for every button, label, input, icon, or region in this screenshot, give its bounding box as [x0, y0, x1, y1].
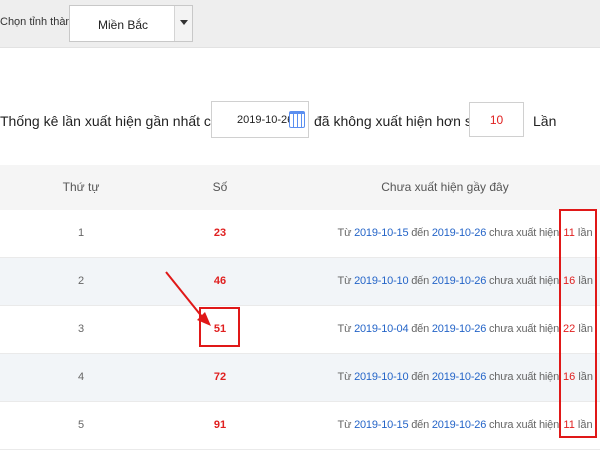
table-row: 3 51 Từ 2019-10-04 đến 2019-10-26 chưa xuấ…	[0, 306, 600, 354]
from-word: Từ	[337, 275, 352, 287]
not-appeared-text: chưa xuất hiện	[489, 419, 559, 431]
row-rank: 3	[77, 323, 85, 335]
from-date: 2019-10-15	[354, 227, 409, 239]
table-row: 4 72 Từ 2019-10-10 đến 2019-10-26 chưa xuấ…	[0, 354, 600, 402]
header-number: Số	[212, 180, 228, 194]
province-label: Chọn tỉnh thành	[0, 16, 78, 28]
row-rank: 4	[77, 371, 85, 383]
calendar-icon[interactable]	[289, 111, 305, 128]
to-word: đến	[411, 275, 429, 287]
not-appeared-text: chưa xuất hiện	[489, 227, 559, 239]
from-date: 2019-10-15	[354, 419, 409, 431]
row-number: 46	[213, 275, 227, 287]
row-number: 91	[213, 419, 227, 431]
not-appeared-text: chưa xuất hiện	[489, 323, 559, 335]
row-description: Từ 2019-10-15 đến 2019-10-26 chưa xuất h…	[300, 227, 560, 239]
province-selected-value: Miền Bắc	[97, 18, 149, 32]
row-number: 23	[213, 227, 227, 239]
table-row: 1 23 Từ 2019-10-15 đến 2019-10-26 chưa xuấ…	[0, 210, 600, 258]
from-word: Từ	[337, 419, 352, 431]
header-rank: Thứ tự	[62, 180, 100, 194]
date-value: 2019-10-26	[237, 114, 294, 126]
row-description: Từ 2019-10-04 đến 2019-10-26 chưa xuất h…	[300, 323, 560, 335]
from-date: 2019-10-10	[354, 371, 409, 383]
to-date: 2019-10-26	[431, 371, 487, 383]
to-word: đến	[411, 227, 429, 239]
row-description: Từ 2019-10-15 đến 2019-10-26 chưa xuất h…	[300, 419, 560, 431]
row-number: 72	[213, 371, 227, 383]
to-word: đến	[411, 371, 429, 383]
times-value: 10	[489, 113, 504, 127]
to-word: đến	[411, 419, 429, 431]
to-date: 2019-10-26	[431, 275, 487, 287]
table-row: 2 46 Từ 2019-10-10 đến 2019-10-26 chưa xuấ…	[0, 258, 600, 306]
to-word: đến	[411, 323, 429, 335]
header-desc: Chưa xuất hiện gầy đây	[381, 180, 509, 194]
table-header: Thứ tự Số Chưa xuất hiện gầy đây	[0, 165, 600, 210]
province-bar: Chọn tỉnh thành Miền Bắc	[0, 0, 600, 48]
row-description: Từ 2019-10-10 đến 2019-10-26 chưa xuất h…	[300, 275, 560, 287]
table-body: 1 23 Từ 2019-10-15 đến 2019-10-26 chưa xuấ…	[0, 210, 600, 450]
row-rank: 1	[77, 227, 85, 239]
from-word: Từ	[337, 323, 352, 335]
table-row: 5 91 Từ 2019-10-15 đến 2019-10-26 chưa xuấ…	[0, 402, 600, 450]
stats-table: Thứ tự Số Chưa xuất hiện gầy đây 1 23 Từ 2…	[0, 165, 600, 450]
to-date: 2019-10-26	[431, 323, 487, 335]
row-rank: 5	[77, 419, 85, 431]
to-date: 2019-10-26	[431, 419, 487, 431]
from-date: 2019-10-04	[354, 323, 409, 335]
row-description: Từ 2019-10-10 đến 2019-10-26 chưa xuất h…	[300, 371, 560, 383]
to-date: 2019-10-26	[431, 227, 487, 239]
chevron-down-icon[interactable]	[174, 6, 192, 41]
date-input[interactable]: 2019-10-26	[211, 101, 309, 138]
from-word: Từ	[337, 371, 352, 383]
province-select[interactable]: Miền Bắc	[69, 5, 193, 42]
filter-label-suffix: Lần	[533, 113, 557, 129]
count-highlight-box	[559, 209, 597, 438]
times-input[interactable]: 10	[469, 102, 524, 137]
from-word: Từ	[337, 227, 352, 239]
not-appeared-text: chưa xuất hiện	[489, 275, 559, 287]
not-appeared-text: chưa xuất hiện	[489, 371, 559, 383]
from-date: 2019-10-10	[354, 275, 409, 287]
number-highlight-box	[199, 307, 240, 347]
row-rank: 2	[77, 275, 85, 287]
